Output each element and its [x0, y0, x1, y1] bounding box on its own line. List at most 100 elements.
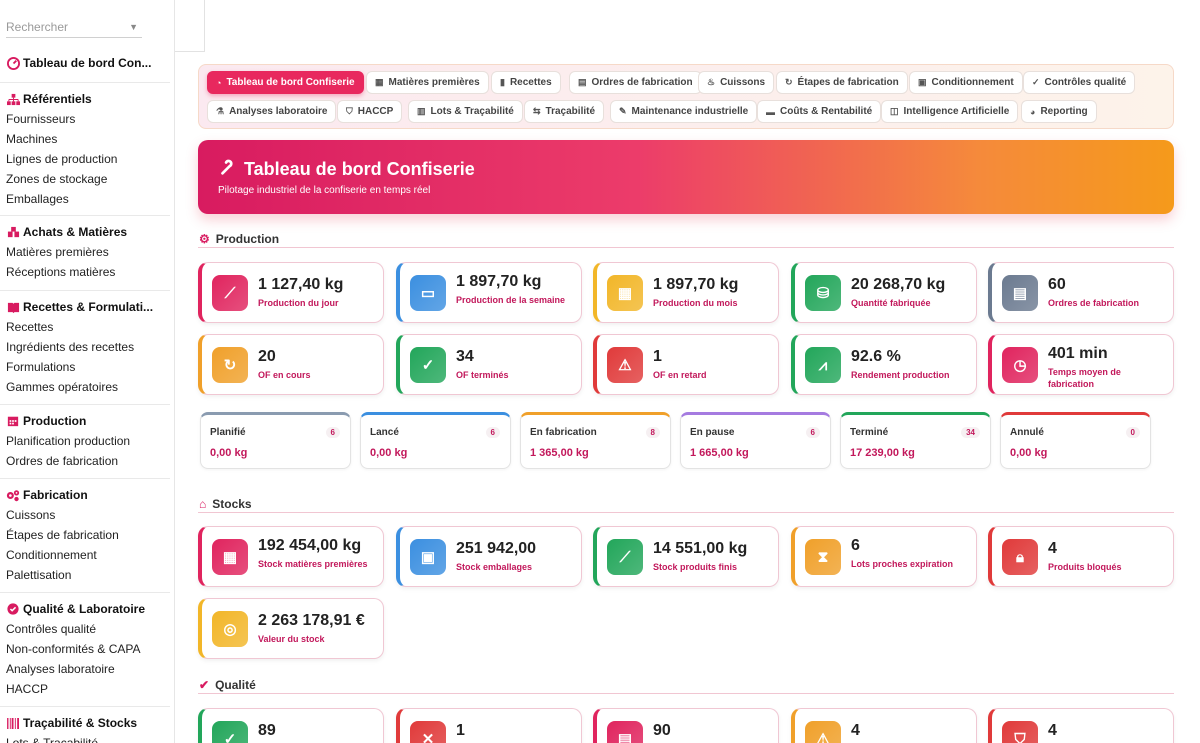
sidebar-heading[interactable]: Traçabilité & Stocks: [0, 713, 170, 733]
tab-recettes[interactable]: ▮ Recettes: [491, 71, 561, 94]
tab-couts-rentabilite[interactable]: ▬ Coûts & Rentabilité: [757, 100, 882, 123]
tab-reporting[interactable]: ◕ Reporting: [1021, 100, 1097, 123]
sidebar-item-etapes[interactable]: Étapes de fabrication: [0, 525, 170, 545]
tab-label: Conditionnement: [931, 77, 1014, 88]
tab-intelligence-artificielle[interactable]: ◫ Intelligence Artificielle: [881, 100, 1019, 123]
sidebar-section-recettes: Recettes & Formulati... Recettes Ingrédi…: [0, 290, 170, 397]
sidebar-item-gammes[interactable]: Gammes opératoires: [0, 377, 170, 397]
sidebar-item-lignes-production[interactable]: Lignes de production: [0, 149, 170, 169]
sidebar: Rechercher ▼ Tableau de bord Con... Réfé…: [0, 0, 175, 743]
sidebar-heading[interactable]: Production: [0, 411, 170, 431]
section-stocks-title: ⌂ Stocks: [198, 495, 1174, 513]
kpi-label: Quantité fabriquée: [851, 298, 931, 308]
kpi-value: 1: [456, 722, 465, 739]
sidebar-heading[interactable]: Achats & Matières: [0, 222, 170, 242]
section-title-label: Production: [215, 231, 280, 246]
tab-matieres-premieres[interactable]: ▦ Matières premières: [366, 71, 489, 94]
tab-label: Intelligence Artificielle: [903, 106, 1010, 117]
search-input[interactable]: Rechercher ▼: [6, 16, 142, 38]
kpi-label: Stock produits finis: [653, 562, 738, 572]
status-count-badge: 6: [485, 427, 500, 438]
sidebar-heading[interactable]: Référentiels: [0, 89, 170, 109]
clipboard-icon: ▤: [607, 721, 643, 743]
tab-label: Analyses laboratoire: [229, 106, 328, 117]
status-card: Lancé 6 0,00 kg: [360, 412, 511, 469]
boxes-icon: [6, 225, 20, 239]
sidebar-item-ingredients[interactable]: Ingrédients des recettes: [0, 337, 170, 357]
sidebar-item-planification[interactable]: Planification production: [0, 431, 170, 451]
kpi-card: ⛁ 20 268,70 kg Quantité fabriquée: [791, 262, 977, 323]
sidebar-item-lots-tracabilite[interactable]: Lots & Traçabilité: [0, 733, 170, 743]
sidebar-heading-label: Achats & Matières: [23, 225, 128, 239]
tab-etapes-fabrication[interactable]: ↻ Étapes de fabrication: [776, 71, 908, 94]
page-title: Tableau de bord Confiserie: [244, 159, 475, 179]
clipboard-icon: ▤: [578, 77, 587, 87]
sidebar-dashboard[interactable]: Tableau de bord Con...: [0, 53, 170, 73]
status-value: 0,00 kg: [210, 447, 248, 459]
sync-icon: ↻: [785, 77, 793, 87]
tab-maintenance[interactable]: ✎ Maintenance industrielle: [610, 100, 758, 123]
kpi-card: ⛉ 4: [988, 708, 1174, 743]
sidebar-item-recettes[interactable]: Recettes: [0, 317, 170, 337]
kpi-card: ⚠ 4: [791, 708, 977, 743]
sidebar-section-tracabilite: Traçabilité & Stocks Lots & Traçabilité: [0, 706, 170, 743]
gears-icon: ⚙: [199, 231, 210, 246]
sidebar-item-controles-qualite[interactable]: Contrôles qualité: [0, 619, 170, 639]
tab-label: Cuissons: [720, 77, 766, 88]
kpi-value: 60: [1048, 276, 1066, 293]
fire-icon: ♨: [707, 77, 716, 87]
sidebar-heading-label: Production: [23, 414, 87, 428]
tab-lots-tracabilite[interactable]: ▥ Lots & Traçabilité: [408, 100, 523, 123]
calendar-icon: ▦: [607, 275, 643, 311]
kpi-card: ▣ 251 942,00 Stock emballages: [396, 526, 582, 587]
sidebar-item-formulations[interactable]: Formulations: [0, 357, 170, 377]
sidebar-item-palettisation[interactable]: Palettisation: [0, 565, 170, 585]
shield-icon: ⛉: [346, 106, 353, 116]
sidebar-item-cuissons[interactable]: Cuissons: [0, 505, 170, 525]
sidebar-item-receptions-matieres[interactable]: Réceptions matières: [0, 262, 170, 282]
tab-label: Reporting: [1040, 106, 1088, 117]
kpi-label: OF en retard: [653, 370, 707, 380]
calendar-icon: [6, 414, 20, 428]
sidebar-item-haccp[interactable]: HACCP: [0, 679, 170, 699]
status-name: En pause: [690, 427, 735, 438]
tab-label: Contrôles qualité: [1044, 77, 1127, 88]
kpi-value: 4: [1048, 540, 1057, 557]
tab-conditionnement[interactable]: ▣ Conditionnement: [909, 71, 1023, 94]
sidebar-item-analyses[interactable]: Analyses laboratoire: [0, 659, 170, 679]
sidebar-item-emballages[interactable]: Emballages: [0, 189, 170, 209]
check-circle-icon: ✓: [410, 347, 446, 383]
tab-ordres-fabrication[interactable]: ▤ Ordres de fabrication: [569, 71, 702, 94]
status-name: Terminé: [850, 427, 889, 438]
sidebar-section-production: Production Planification production Ordr…: [0, 404, 170, 471]
tab-tracabilite[interactable]: ⇆ Traçabilité: [524, 100, 605, 123]
sidebar-heading[interactable]: Fabrication: [0, 485, 170, 505]
tab-tableau-de-bord[interactable]: ◔ Tableau de bord Confiserie: [207, 71, 364, 94]
kpi-label: Ordres de fabrication: [1048, 298, 1140, 308]
sidebar-section-fabrication: Fabrication Cuissons Étapes de fabricati…: [0, 478, 170, 585]
tab-label: Maintenance industrielle: [631, 106, 749, 117]
sidebar-heading[interactable]: Recettes & Formulati...: [0, 297, 170, 317]
sidebar-item-matieres-premieres[interactable]: Matières premières: [0, 242, 170, 262]
kpi-value: 1: [653, 348, 662, 365]
sidebar-heading[interactable]: Qualité & Laboratoire: [0, 599, 170, 619]
kpi-card: ✕ 1: [396, 708, 582, 743]
chevron-down-icon[interactable]: ▼: [129, 16, 138, 38]
kpi-value: 20 268,70 kg: [851, 276, 946, 293]
tab-cuissons[interactable]: ♨ Cuissons: [698, 71, 775, 94]
tab-analyses-laboratoire[interactable]: ⚗ Analyses laboratoire: [207, 100, 337, 123]
sidebar-item-zones-stockage[interactable]: Zones de stockage: [0, 169, 170, 189]
tab-haccp[interactable]: ⛉ HACCP: [337, 100, 403, 123]
sidebar-item-non-conformites[interactable]: Non-conformités & CAPA: [0, 639, 170, 659]
sidebar-item-machines[interactable]: Machines: [0, 129, 170, 149]
sidebar-item-fournisseurs[interactable]: Fournisseurs: [0, 109, 170, 129]
sidebar-item-conditionnement[interactable]: Conditionnement: [0, 545, 170, 565]
sidebar-item-ordres-fabrication[interactable]: Ordres de fabrication: [0, 451, 170, 471]
kpi-value: 90: [653, 722, 671, 739]
sidebar-heading-label: Recettes & Formulati...: [23, 300, 154, 314]
book-icon: [6, 300, 20, 314]
tab-controles-qualite[interactable]: ✓ Contrôles qualité: [1023, 71, 1136, 94]
kpi-card: ▦ 1 897,70 kg Production du mois: [593, 262, 779, 323]
status-count-badge: 34: [961, 427, 980, 438]
flask-icon: ⚗: [216, 106, 225, 116]
